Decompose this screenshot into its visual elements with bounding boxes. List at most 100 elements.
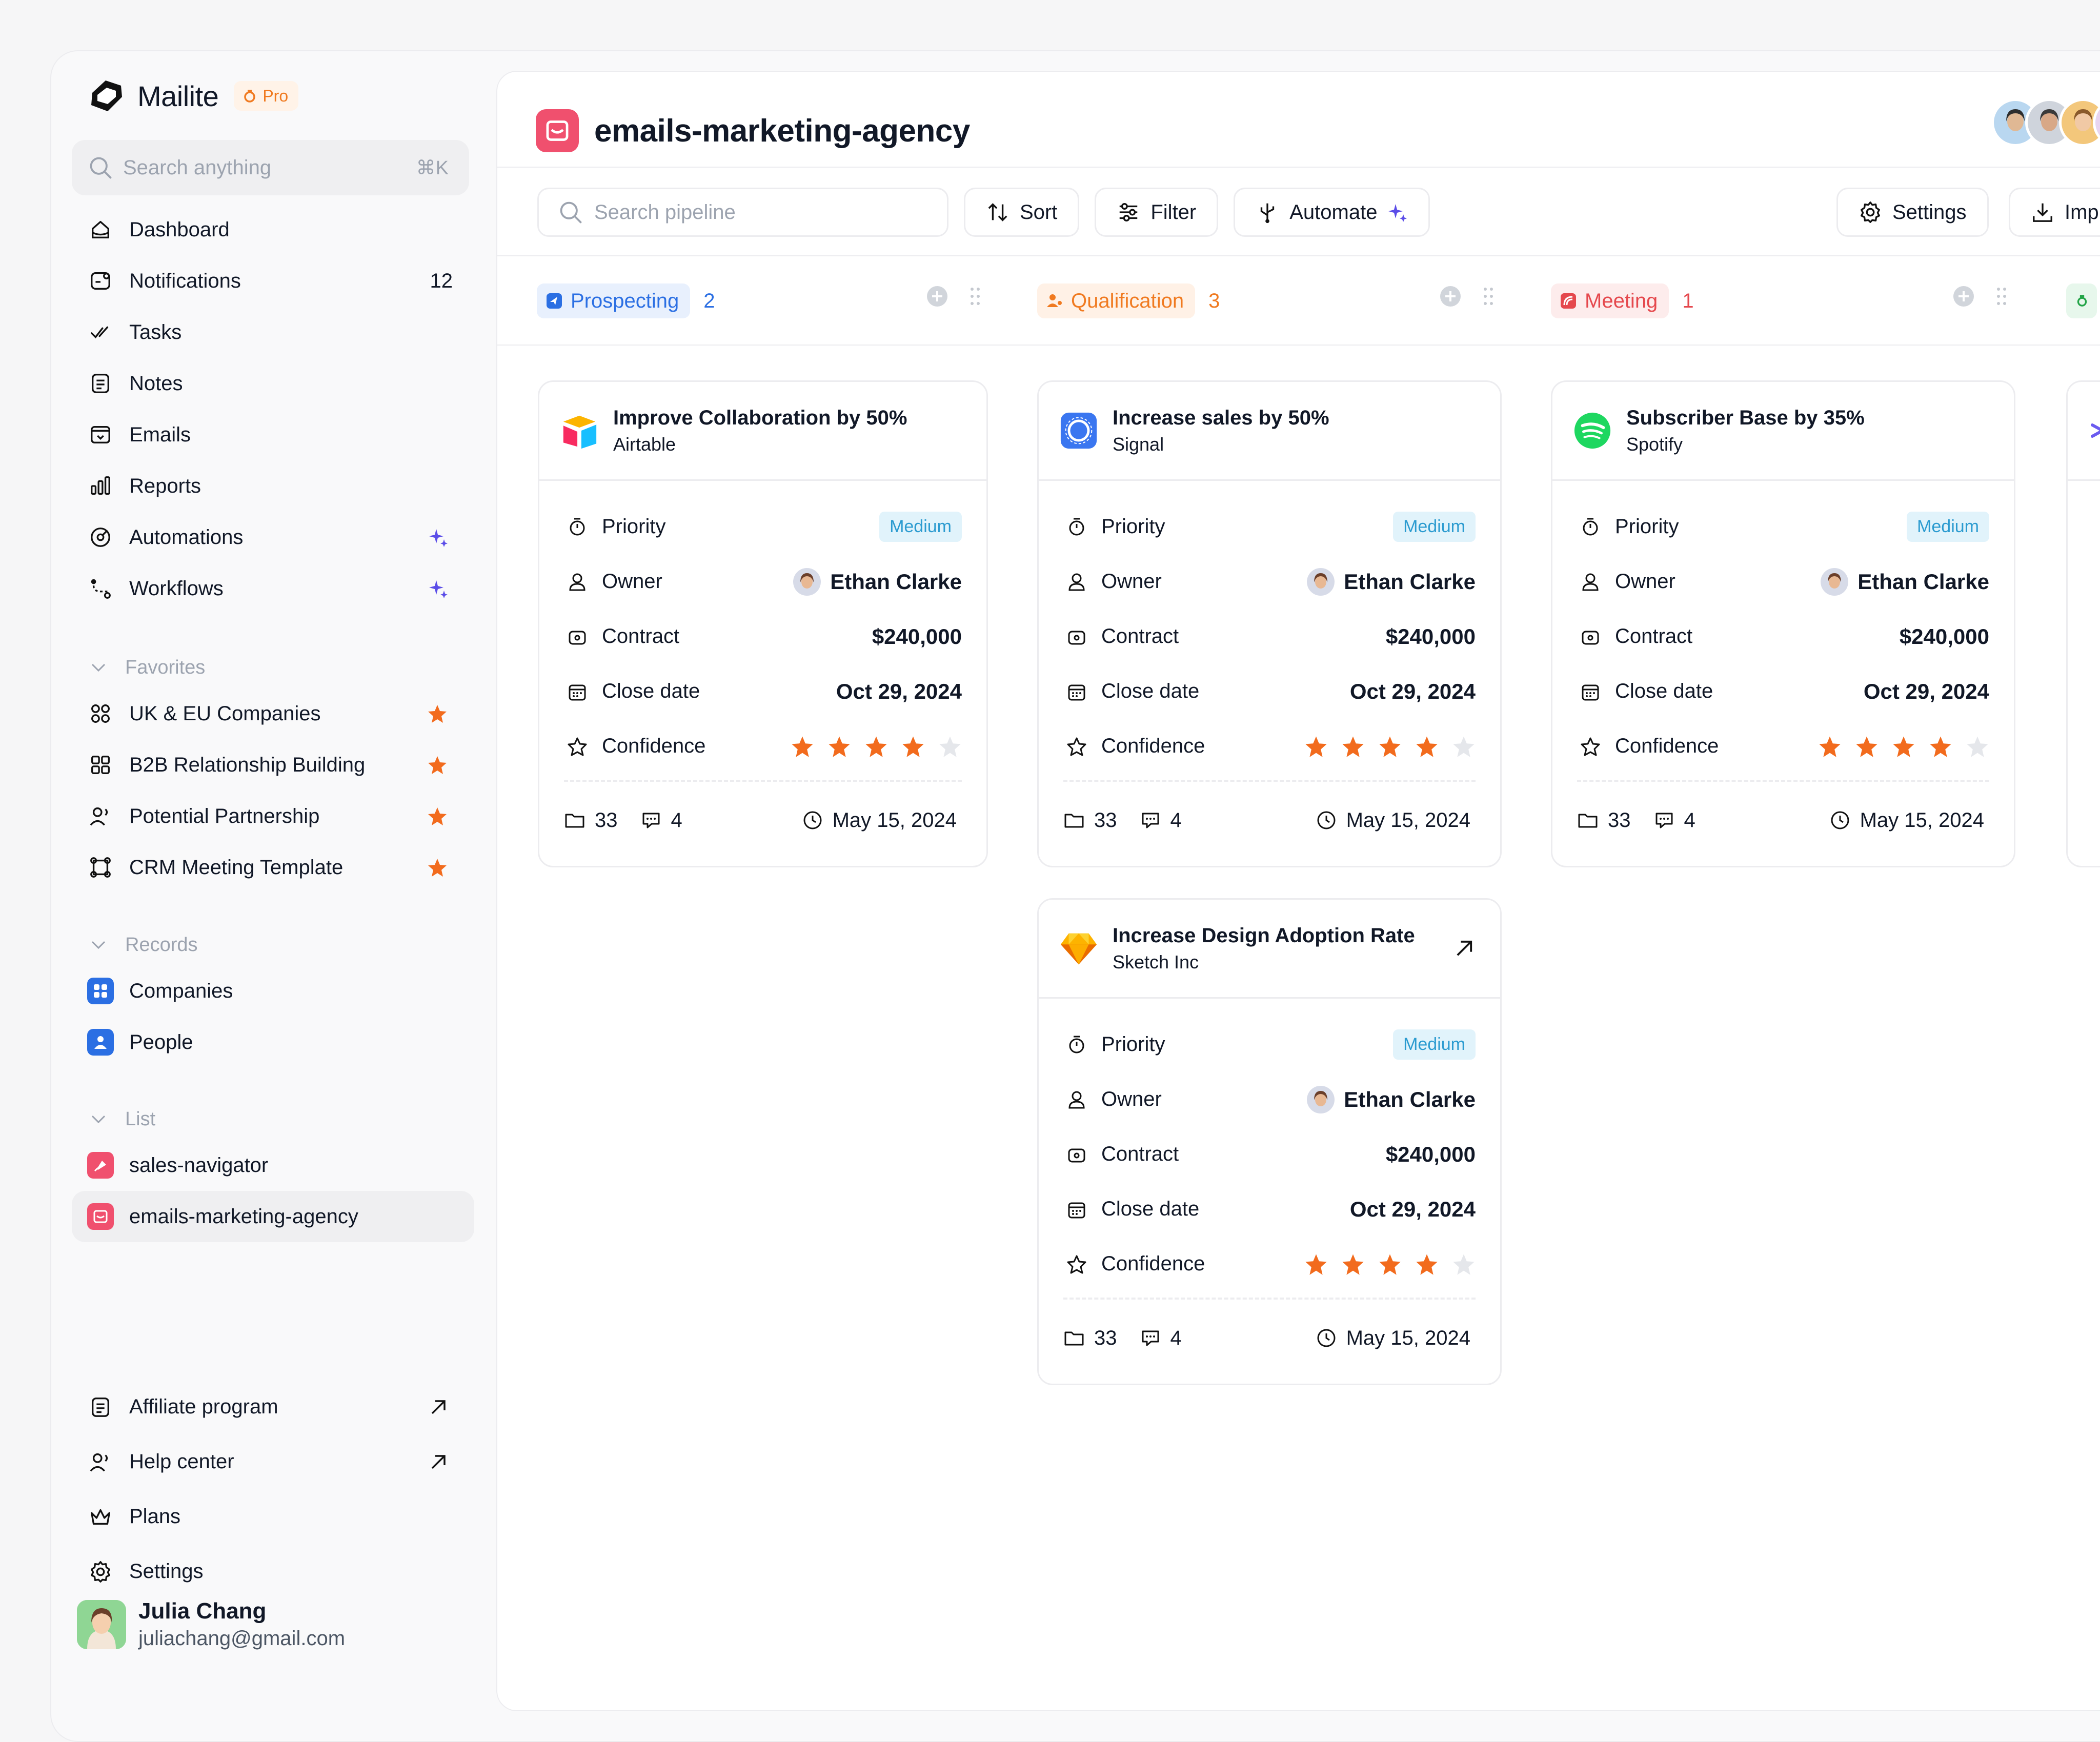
- record-item-people[interactable]: People: [72, 1017, 474, 1068]
- star-filled-icon[interactable]: [1929, 735, 1952, 758]
- nav-item-notifications[interactable]: Notifications 12: [72, 255, 474, 307]
- star-filled-icon[interactable]: [1415, 1252, 1439, 1276]
- owner-value[interactable]: Ethan Clarke: [1821, 568, 1989, 596]
- confidence-rating[interactable]: [1818, 735, 1989, 758]
- star-empty-icon[interactable]: [1452, 735, 1476, 758]
- contract-row: Contract $240,000: [1577, 609, 1989, 664]
- deal-card[interactable]: [2066, 380, 2100, 867]
- deal-card[interactable]: Increase sales by 50% Signal Priority Me…: [1037, 380, 1502, 867]
- record-item-companies[interactable]: Companies: [72, 965, 474, 1017]
- star-filled-icon[interactable]: [901, 735, 925, 758]
- pipeline-search-input[interactable]: Search pipeline: [537, 188, 948, 237]
- deal-card[interactable]: Improve Collaboration by 50% Airtable Pr…: [538, 380, 988, 867]
- star-empty-icon[interactable]: [938, 735, 962, 758]
- star-filled-icon[interactable]: [1378, 1252, 1402, 1276]
- close-date-row: Close date Oct 29, 2024: [1063, 1182, 1476, 1237]
- drag-handle-icon[interactable]: [964, 285, 986, 308]
- nav-item-settings[interactable]: Settings: [72, 1544, 474, 1599]
- confidence-rating[interactable]: [1304, 735, 1476, 758]
- priority-badge[interactable]: Medium: [1907, 512, 1989, 542]
- deal-card[interactable]: Subscriber Base by 35% Spotify Priority …: [1551, 380, 2015, 867]
- nav-item-plans[interactable]: Plans: [72, 1489, 474, 1544]
- favorite-item[interactable]: B2B Relationship Building: [72, 739, 474, 791]
- nav-item-emails[interactable]: Emails: [72, 409, 474, 460]
- star-outline-icon: [1063, 733, 1090, 760]
- deal-card[interactable]: Increase Design Adoption Rate Sketch Inc…: [1037, 898, 1502, 1385]
- star-empty-icon[interactable]: [1452, 1252, 1476, 1276]
- nav-item-notes[interactable]: Notes: [72, 358, 474, 409]
- star-empty-icon[interactable]: [1966, 735, 1989, 758]
- card-company: Sketch Inc: [1113, 951, 1199, 973]
- collaborator-avatars[interactable]: [1991, 98, 2100, 147]
- column-header-next[interactable]: [2066, 283, 2097, 319]
- settings-button[interactable]: Settings: [1836, 188, 1989, 237]
- users-icon: [1047, 294, 1062, 307]
- nav-item-tasks[interactable]: Tasks: [72, 307, 474, 358]
- owner-value[interactable]: Ethan Clarke: [1307, 568, 1476, 596]
- star-filled-icon[interactable]: [1378, 735, 1402, 758]
- files-count[interactable]: 33: [1577, 809, 1631, 832]
- sidebar-search[interactable]: Search anything ⌘K: [72, 140, 469, 195]
- column-header-meeting[interactable]: Meeting 1: [1551, 283, 1694, 319]
- filter-button[interactable]: Filter: [1095, 188, 1219, 237]
- priority-label: Priority: [1101, 1033, 1165, 1056]
- nav-item-workflows[interactable]: Workflows: [72, 563, 474, 614]
- nav-item-affiliate[interactable]: Affiliate program: [72, 1380, 474, 1434]
- nav-item-reports[interactable]: Reports: [72, 460, 474, 512]
- confidence-rating[interactable]: [791, 735, 962, 758]
- star-filled-icon[interactable]: [1855, 735, 1879, 758]
- nav-item-help[interactable]: Help center: [72, 1434, 474, 1489]
- add-circle-icon[interactable]: [926, 285, 948, 308]
- files-count[interactable]: 33: [1063, 1327, 1117, 1350]
- list-item-sales-navigator[interactable]: sales-navigator: [72, 1140, 474, 1191]
- comments-count[interactable]: 4: [1140, 1327, 1182, 1350]
- add-circle-icon[interactable]: [1439, 285, 1462, 308]
- priority-badge[interactable]: Medium: [1393, 512, 1476, 542]
- column-header-qualification[interactable]: Qualification 3: [1037, 283, 1220, 319]
- star-filled-icon[interactable]: [1892, 735, 1915, 758]
- priority-badge[interactable]: Medium: [1393, 1029, 1476, 1060]
- column-header-prospecting[interactable]: Prospecting 2: [537, 283, 715, 319]
- priority-badge[interactable]: Medium: [879, 512, 962, 542]
- star-outline-icon: [564, 733, 591, 760]
- star-filled-icon[interactable]: [1341, 735, 1365, 758]
- brand[interactable]: Mailite Pro: [85, 73, 299, 119]
- nav-item-automations[interactable]: Automations: [72, 512, 474, 563]
- open-arrow-icon[interactable]: [1453, 937, 1476, 960]
- favorite-item[interactable]: UK & EU Companies: [72, 688, 474, 739]
- star-filled-icon[interactable]: [827, 735, 851, 758]
- star-filled-icon[interactable]: [1304, 1252, 1328, 1276]
- star-filled-icon[interactable]: [1818, 735, 1842, 758]
- sort-button[interactable]: Sort: [964, 188, 1080, 237]
- owner-value[interactable]: Ethan Clarke: [793, 568, 962, 596]
- nav-label: Notifications: [129, 269, 241, 292]
- files-count[interactable]: 33: [564, 809, 618, 832]
- comments-count[interactable]: 4: [1140, 809, 1182, 832]
- nav-item-dashboard[interactable]: Dashboard: [72, 204, 474, 255]
- star-filled-icon[interactable]: [1341, 1252, 1365, 1276]
- drag-handle-icon[interactable]: [1477, 285, 1500, 308]
- list-item-emails-marketing-agency[interactable]: emails-marketing-agency: [72, 1191, 474, 1242]
- comments-count[interactable]: 4: [640, 809, 682, 832]
- drag-handle-icon[interactable]: [1990, 285, 2013, 308]
- favorite-item[interactable]: CRM Meeting Template: [72, 842, 474, 893]
- files-count[interactable]: 33: [1063, 809, 1117, 832]
- owner-value[interactable]: Ethan Clarke: [1307, 1085, 1476, 1113]
- layout-icon: [87, 752, 114, 778]
- list-header[interactable]: List: [72, 1099, 482, 1140]
- import-button[interactable]: Imp: [2009, 188, 2100, 237]
- records-header[interactable]: Records: [72, 924, 482, 965]
- add-circle-icon[interactable]: [1952, 285, 1975, 308]
- favorite-item[interactable]: Potential Partnership: [72, 791, 474, 842]
- comments-count[interactable]: 4: [1653, 809, 1695, 832]
- star-filled-icon[interactable]: [864, 735, 888, 758]
- gear-icon: [1861, 201, 1880, 223]
- star-filled-icon[interactable]: [1304, 735, 1328, 758]
- due-date: May 15, 2024: [802, 809, 957, 832]
- user-profile[interactable]: Julia Chang juliachang@gmail.com: [77, 1598, 345, 1650]
- favorites-header[interactable]: Favorites: [72, 647, 482, 688]
- confidence-rating[interactable]: [1304, 1252, 1476, 1276]
- automate-button[interactable]: Automate: [1234, 188, 1430, 237]
- star-filled-icon[interactable]: [1415, 735, 1439, 758]
- star-filled-icon[interactable]: [791, 735, 814, 758]
